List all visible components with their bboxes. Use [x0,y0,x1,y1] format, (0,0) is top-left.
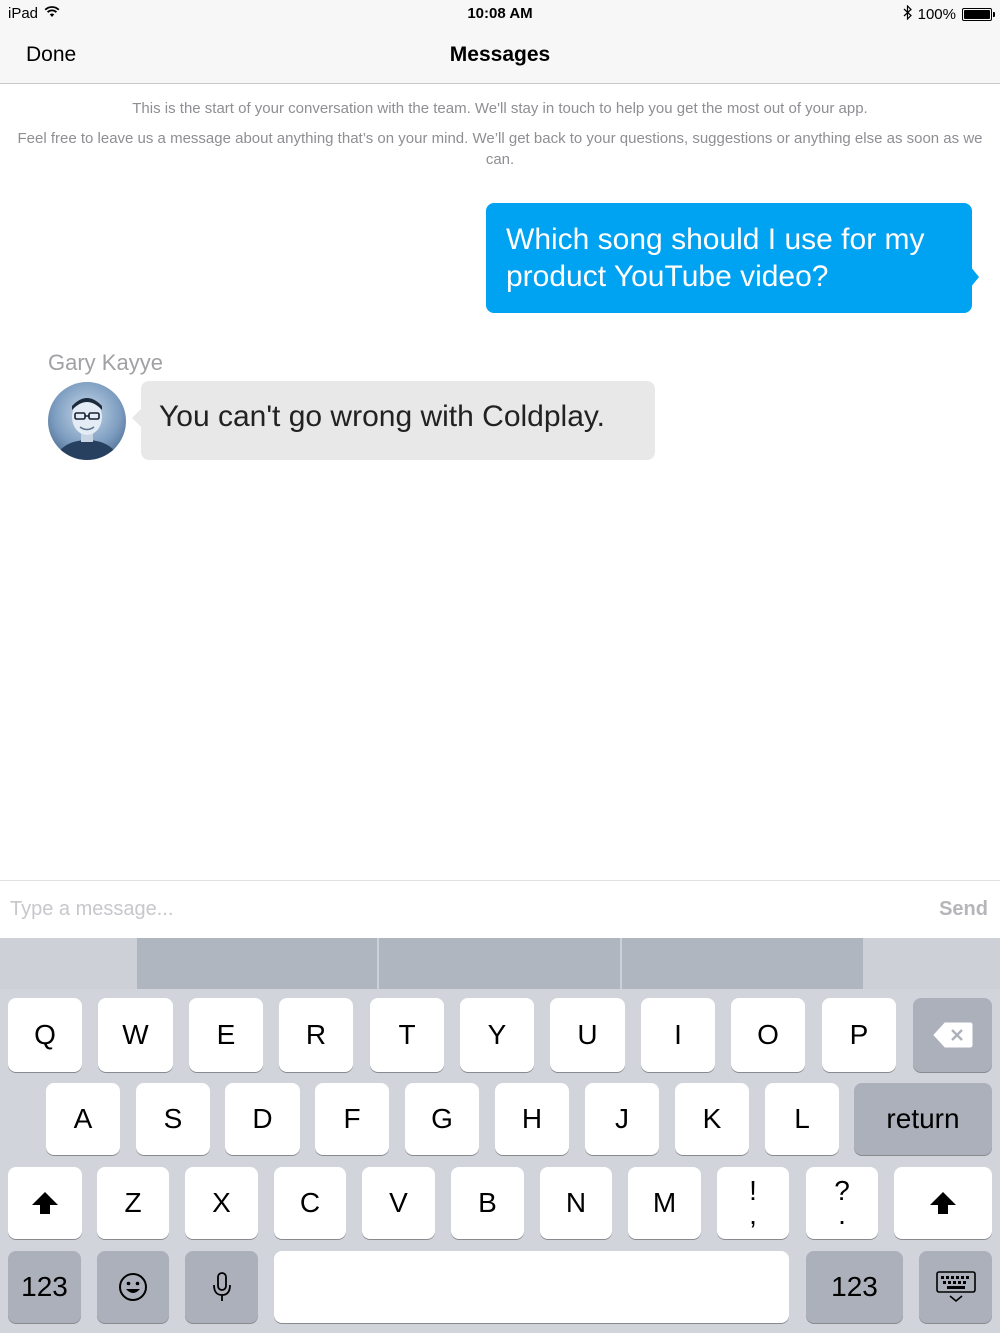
key-a[interactable]: A [46,1083,120,1155]
key-j[interactable]: J [585,1083,659,1155]
key-n[interactable]: N [540,1167,612,1239]
key-y[interactable]: Y [460,998,534,1072]
status-bar: iPad 10:08 AM 100% [0,0,1000,28]
backspace-icon [932,1022,972,1048]
key-o[interactable]: O [731,998,805,1072]
key-x[interactable]: X [185,1167,258,1239]
shift-key-left[interactable] [8,1167,82,1239]
key-k[interactable]: K [675,1083,749,1155]
dictation-key[interactable] [185,1251,258,1323]
key-l[interactable]: L [765,1083,839,1155]
suggestion-slot-2[interactable] [379,938,620,989]
nav-bar: Done Messages [0,28,1000,84]
key-v[interactable]: V [362,1167,435,1239]
space-key[interactable] [274,1251,789,1323]
key-question-period[interactable]: ? . [806,1167,878,1239]
keyboard: Q W E R T Y U I O P A S D F G H J K L re… [0,938,1000,1333]
numbers-key-right[interactable]: 123 [806,1251,903,1323]
avatar [48,382,126,460]
key-u[interactable]: U [550,998,625,1072]
key-e[interactable]: E [189,998,263,1072]
key-w[interactable]: W [98,998,173,1072]
key-f[interactable]: F [315,1083,389,1155]
shift-icon [32,1192,58,1214]
microphone-icon [212,1272,231,1301]
key-m[interactable]: M [628,1167,701,1239]
battery-fill [964,10,990,19]
composer-bar: Send [0,880,1000,938]
numbers-key-left[interactable]: 123 [8,1251,81,1323]
bluetooth-icon [903,4,912,24]
shift-key-right[interactable] [894,1167,992,1239]
key-d[interactable]: D [225,1083,300,1155]
key-c[interactable]: C [274,1167,346,1239]
key-q[interactable]: Q [8,998,82,1072]
hide-keyboard-key[interactable] [919,1251,992,1323]
suggestion-slot-1[interactable] [137,938,377,989]
shift-icon [930,1192,956,1214]
outgoing-bubble-tail [970,266,979,288]
page-title: Messages [449,43,551,66]
key-h[interactable]: H [495,1083,569,1155]
key-exclaim-comma[interactable]: ! , [717,1167,789,1239]
battery-percent: 100% [917,6,956,23]
key-i[interactable]: I [641,998,715,1072]
key-b[interactable]: B [451,1167,524,1239]
intro-text-1: This is the start of your conversation w… [132,100,868,117]
return-key[interactable]: return [854,1083,992,1155]
keyboard-hide-icon [935,1271,976,1303]
status-right: 100% [903,4,995,24]
incoming-message-bubble: You can't go wrong with Coldplay. [141,381,655,460]
send-button[interactable]: Send [939,898,988,921]
delete-key[interactable] [913,998,992,1072]
key-p[interactable]: P [822,998,896,1072]
key-s[interactable]: S [136,1083,210,1155]
emoji-key[interactable] [97,1251,169,1323]
intro-text-2: Feel free to leave us a message about an… [17,130,983,168]
key-z[interactable]: Z [97,1167,169,1239]
message-input[interactable] [10,891,910,927]
key-g[interactable]: G [405,1083,479,1155]
key-comma-label: , [749,1199,757,1230]
outgoing-message-bubble: Which song should I use for my product Y… [486,203,972,313]
suggestion-slot-3[interactable] [622,938,863,989]
key-t[interactable]: T [370,998,444,1072]
key-period-label: . [838,1199,846,1230]
emoji-icon [119,1273,147,1301]
sender-name: Gary Kayye [48,350,163,375]
person-avatar-icon [55,398,119,460]
status-time: 10:08 AM [467,5,533,22]
key-r[interactable]: R [279,998,353,1072]
suggestion-bar [0,938,1000,989]
battery-icon [962,8,995,21]
